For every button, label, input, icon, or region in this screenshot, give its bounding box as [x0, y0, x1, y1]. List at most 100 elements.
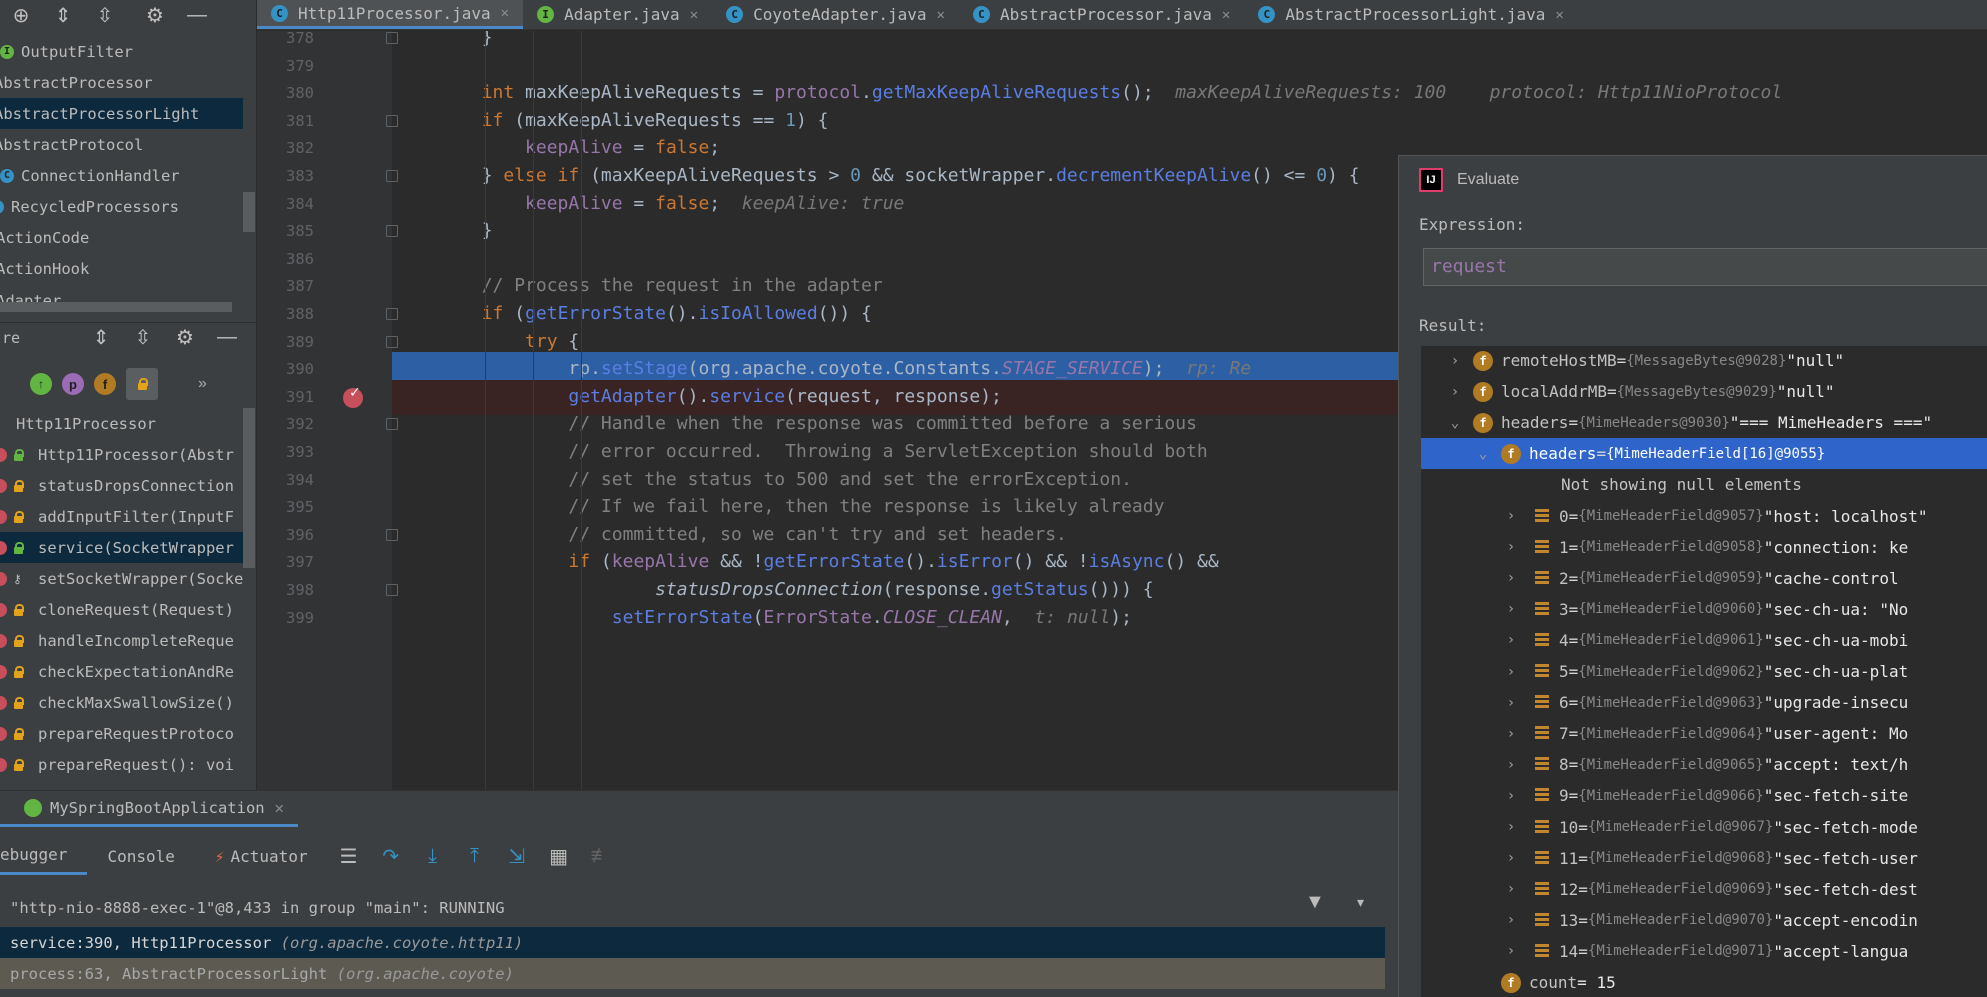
- code-text[interactable]: if (maxKeepAliveRequests == 1) {: [395, 110, 829, 131]
- breakpoint-icon[interactable]: [343, 384, 363, 408]
- tree-item[interactable]: ActionHook: [0, 253, 239, 284]
- code-text[interactable]: if (keepAlive && !getErrorState().isErro…: [395, 551, 1218, 572]
- result-row[interactable]: › 13 = {MimeHeaderField@9070} "accept-enc…: [1421, 905, 1987, 936]
- code-text[interactable]: if (getErrorState().isIoAllowed()) {: [395, 303, 872, 324]
- result-row[interactable]: › 8 = {MimeHeaderField@9065} "accept: tex…: [1421, 749, 1987, 780]
- code-text[interactable]: // Handle when the response was committe…: [395, 413, 1197, 434]
- thread-selector[interactable]: "http-nio-8888-exec-1"@8,433 in group "m…: [0, 890, 1390, 926]
- result-row[interactable]: Not showing null elements: [1421, 469, 1987, 500]
- tab-actuator[interactable]: ⚡ Actuator: [195, 837, 328, 875]
- code-text[interactable]: // If we fail here, then the response is…: [395, 496, 1164, 517]
- chevron-right-icon[interactable]: ›: [1445, 384, 1465, 400]
- code-text[interactable]: keepAlive = false;: [395, 137, 720, 158]
- collapse-all-icon[interactable]: ⇳: [122, 323, 164, 353]
- collapse-all-icon[interactable]: ⇳: [84, 0, 126, 30]
- structure-member[interactable]: statusDropsConnection: [0, 470, 243, 501]
- tree-item-selected[interactable]: AbstractProcessorLight: [0, 98, 243, 129]
- result-row[interactable]: › 12 = {MimeHeaderField@9069} "sec-fetch-…: [1421, 874, 1987, 905]
- tab-http11processor[interactable]: C Http11Processor.java ✕: [257, 0, 524, 29]
- chevron-right-icon[interactable]: ›: [1501, 539, 1521, 555]
- chevron-right-icon[interactable]: ›: [1501, 757, 1521, 773]
- chevron-right-icon[interactable]: ›: [1501, 601, 1521, 617]
- chevron-right-icon[interactable]: ›: [1501, 819, 1521, 835]
- structure-member[interactable]: Http11Processor(Abstr: [0, 439, 243, 470]
- stack-frame[interactable]: process:63, AbstractProcessorLight (org.…: [0, 958, 1385, 989]
- result-row[interactable]: ⌄ f headers = {MimeHeaders@9030} "=== Mime…: [1421, 407, 1987, 438]
- structure-scrollbar[interactable]: [243, 408, 255, 568]
- close-icon[interactable]: ✕: [690, 7, 698, 23]
- chevron-right-icon[interactable]: ›: [1501, 726, 1521, 742]
- result-row[interactable]: › f remoteHostMB = {MessageBytes@9028} "nu…: [1421, 346, 1987, 376]
- expand-all-icon[interactable]: ⇕: [42, 0, 84, 30]
- structure-member[interactable]: prepareRequestProtoco: [0, 718, 243, 749]
- close-icon[interactable]: ✕: [501, 5, 509, 21]
- step-into-icon[interactable]: ⤓: [412, 839, 454, 873]
- structure-member[interactable]: checkMaxSwallowSize(): [0, 687, 243, 718]
- evaluate-expression-icon[interactable]: ▦: [538, 839, 580, 873]
- structure-member[interactable]: addInputFilter(InputF: [0, 501, 243, 532]
- tree-item[interactable]: C ConnectionHandler: [0, 160, 243, 191]
- tab-adapter[interactable]: I Adapter.java ✕: [523, 0, 712, 29]
- code-text[interactable]: rp.setStage(org.apache.coyote.Constants.…: [395, 358, 1251, 379]
- result-row[interactable]: › 10 = {MimeHeaderField@9067} "sec-fetch-…: [1421, 812, 1987, 843]
- fold-marker-icon[interactable]: [386, 225, 398, 238]
- gear-icon[interactable]: ⚙: [164, 323, 206, 353]
- structure-class[interactable]: Http11Processor: [0, 408, 243, 439]
- properties-filter-icon[interactable]: p: [62, 373, 84, 395]
- result-tree[interactable]: › f remoteHostMB = {MessageBytes@9028} "nu…: [1421, 346, 1987, 997]
- step-over-icon[interactable]: ↷: [370, 839, 412, 873]
- tree-item[interactable]: AbstractProcessor: [0, 67, 237, 98]
- structure-member[interactable]: checkExpectationAndRe: [0, 656, 243, 687]
- code-text[interactable]: // committed, so we can't try and set he…: [395, 524, 1067, 545]
- fold-marker-icon[interactable]: [386, 308, 398, 320]
- project-scrollbar[interactable]: [243, 192, 255, 232]
- result-row[interactable]: › 9 = {MimeHeaderField@9066} "sec-fetch-s…: [1421, 780, 1987, 811]
- chevron-right-icon[interactable]: ›: [1501, 850, 1521, 866]
- fold-marker-icon[interactable]: [386, 584, 398, 596]
- close-icon[interactable]: ✕: [275, 799, 284, 817]
- stack-frame-selected[interactable]: service:390, Http11Processor (org.apache…: [0, 927, 1385, 958]
- step-out-icon[interactable]: ⤒: [454, 839, 496, 873]
- crosshair-icon[interactable]: ⊕: [0, 0, 42, 30]
- filter-icon[interactable]: ▼: [1305, 891, 1325, 914]
- run-to-cursor-icon[interactable]: ⇲: [496, 839, 538, 873]
- tab-coyoteadapter[interactable]: C CoyoteAdapter.java ✕: [712, 0, 959, 29]
- expand-all-icon[interactable]: ⇕: [80, 323, 122, 353]
- chevron-right-icon[interactable]: ›: [1445, 353, 1465, 369]
- chevron-right-icon[interactable]: ›: [1501, 943, 1521, 959]
- tab-console[interactable]: Console: [87, 837, 194, 875]
- chevron-right-icon[interactable]: ›: [1501, 788, 1521, 804]
- result-row[interactable]: f count = 15: [1421, 967, 1987, 997]
- more-icon[interactable]: »: [198, 375, 207, 393]
- fields-filter-icon[interactable]: f: [94, 373, 116, 395]
- close-icon[interactable]: ✕: [937, 7, 945, 23]
- chevron-right-icon[interactable]: ›: [1501, 695, 1521, 711]
- minimize-icon[interactable]: —: [206, 323, 248, 353]
- expression-input[interactable]: request: [1423, 248, 1987, 286]
- chevron-down-icon[interactable]: ⌄: [1473, 446, 1493, 462]
- code-text[interactable]: try {: [395, 331, 579, 352]
- result-row[interactable]: › f localAddrMB = {MessageBytes@9029} "nul…: [1421, 376, 1987, 407]
- code-text[interactable]: getAdapter().service(request, response);: [395, 386, 1002, 407]
- chevron-down-icon[interactable]: ⌄: [1445, 415, 1465, 431]
- code-text[interactable]: statusDropsConnection(response.getStatus…: [395, 579, 1154, 600]
- result-row[interactable]: › 2 = {MimeHeaderField@9059} "cache-contr…: [1421, 563, 1987, 594]
- tree-item[interactable]: ActionCode: [0, 222, 239, 253]
- code-text[interactable]: int maxKeepAliveRequests = protocol.getM…: [395, 82, 1783, 103]
- code-text[interactable]: // Process the request in the adapter: [395, 275, 883, 296]
- inherited-filter-icon[interactable]: ↑: [30, 373, 52, 395]
- code-text[interactable]: // error occurred. Throwing a ServletExc…: [395, 441, 1207, 462]
- run-config-tab[interactable]: MySpringBootApplication ✕: [0, 791, 298, 827]
- chevron-right-icon[interactable]: ›: [1501, 881, 1521, 897]
- close-icon[interactable]: ✕: [1222, 7, 1230, 23]
- non-public-filter-button[interactable]: [126, 368, 158, 400]
- result-row[interactable]: › 3 = {MimeHeaderField@9060} "sec-ch-ua: …: [1421, 594, 1987, 625]
- gear-icon[interactable]: ⚙: [134, 0, 176, 30]
- code-text[interactable]: }: [395, 31, 493, 48]
- chevron-right-icon[interactable]: ›: [1501, 664, 1521, 680]
- result-row[interactable]: › 11 = {MimeHeaderField@9068} "sec-fetch-…: [1421, 843, 1987, 874]
- tree-item[interactable]: AbstractProtocol: [0, 129, 237, 160]
- chevron-right-icon[interactable]: ›: [1501, 570, 1521, 586]
- result-row[interactable]: › 1 = {MimeHeaderField@9058} "connection:…: [1421, 532, 1987, 563]
- structure-member[interactable]: ⚷ setSocketWrapper(Socke: [0, 563, 243, 594]
